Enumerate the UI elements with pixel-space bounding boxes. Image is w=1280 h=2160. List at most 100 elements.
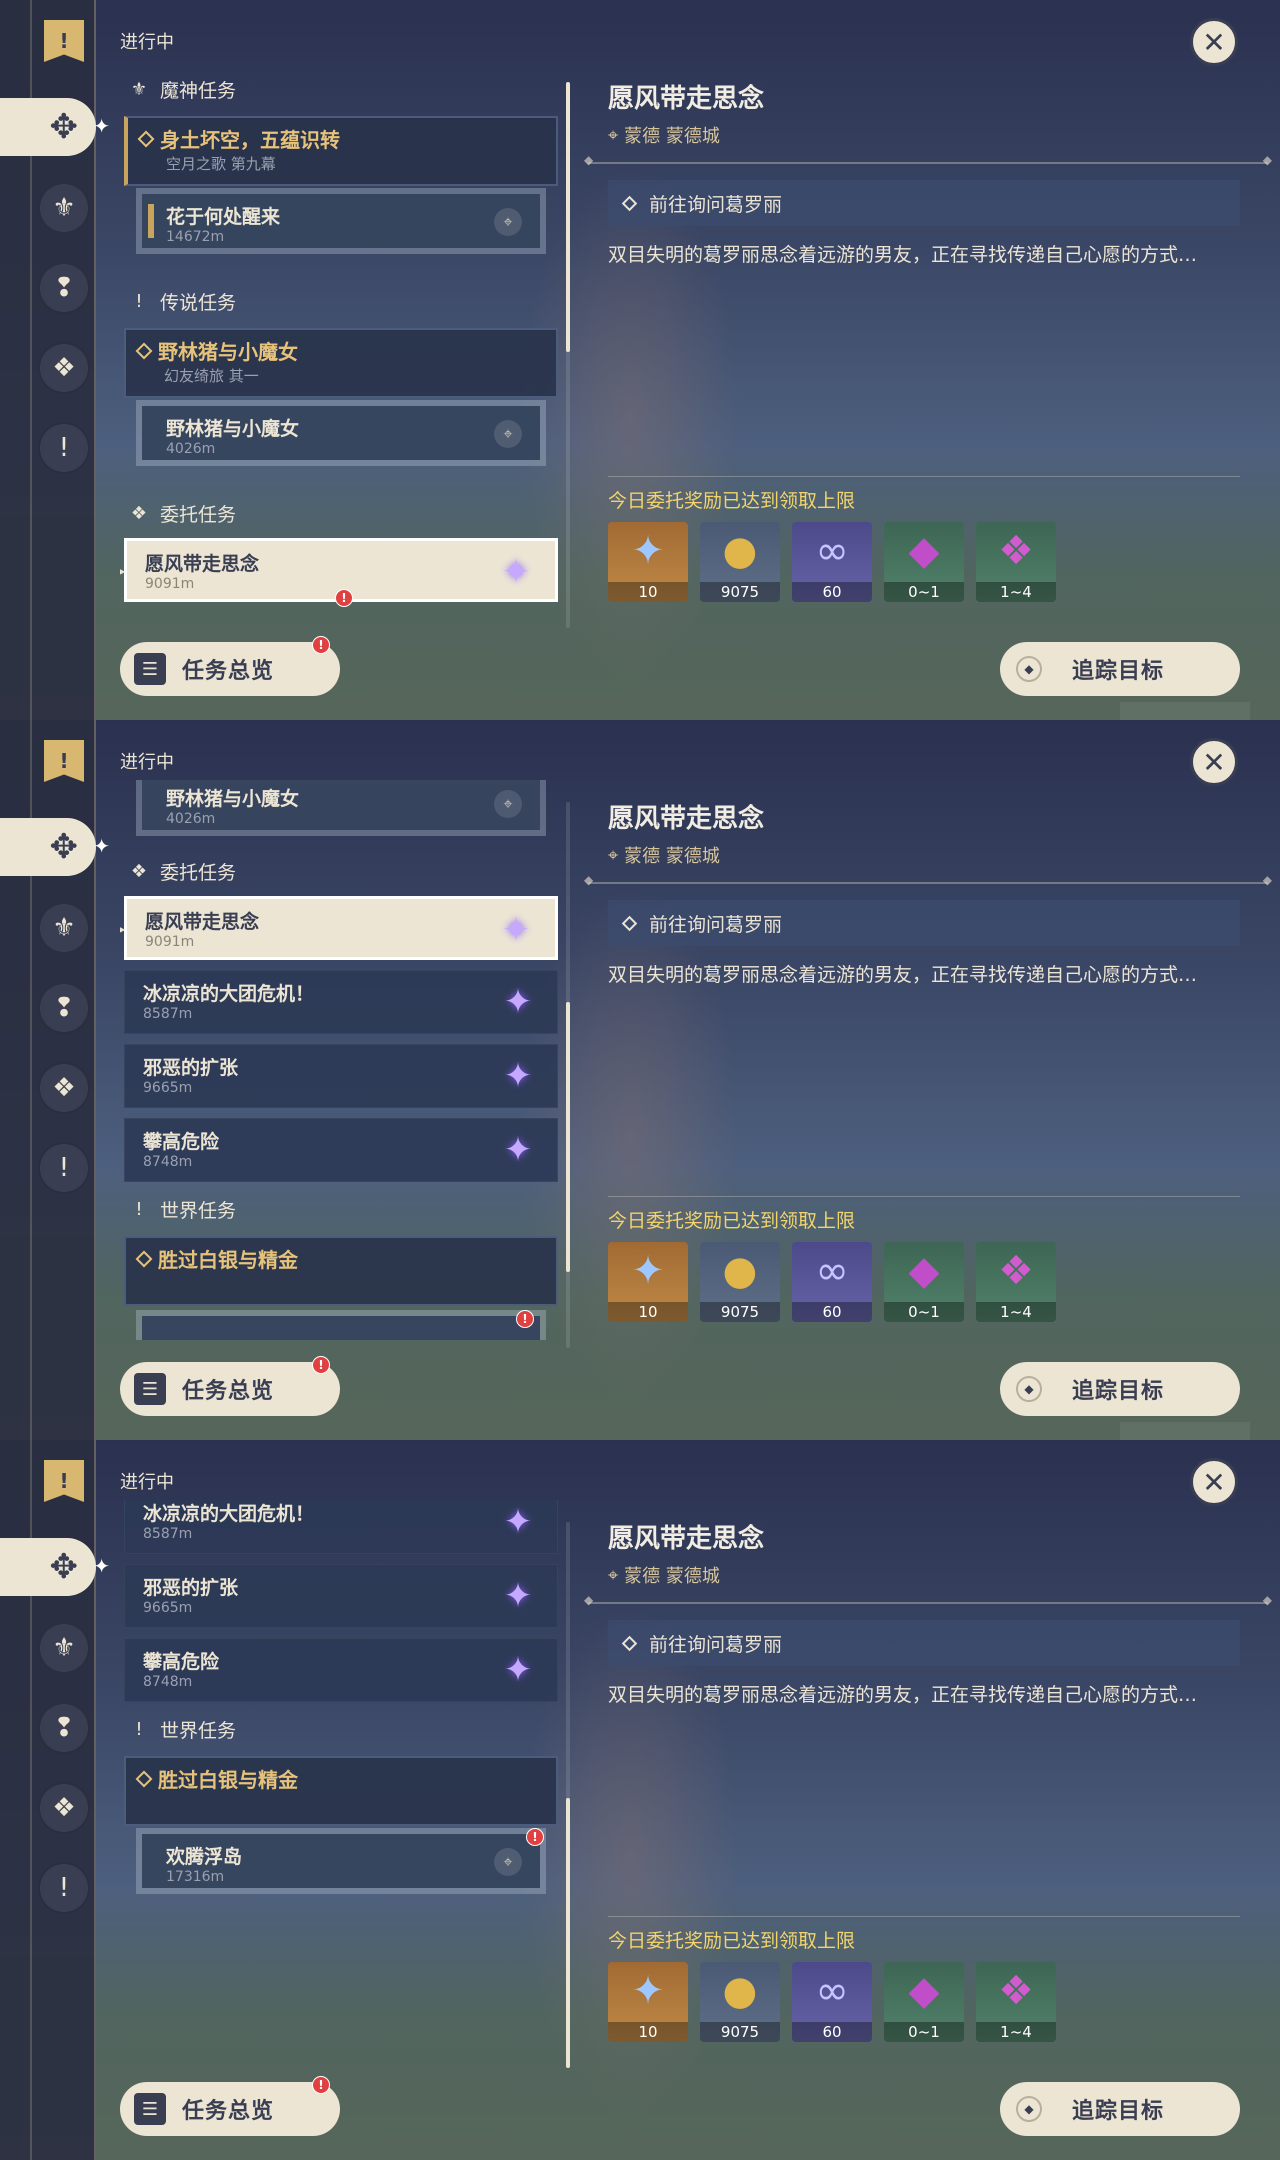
reward-crystal[interactable]: ◆ 0~1 bbox=[884, 1962, 964, 2042]
quest-subtitle: 幻友绮旅 其一 bbox=[164, 367, 259, 385]
scroll-thumb[interactable] bbox=[566, 1798, 570, 2068]
quest-overview-button[interactable]: ☰ 任务总览 ! bbox=[120, 1356, 340, 1416]
commission-quests-tab[interactable]: ❖ bbox=[38, 1062, 90, 1114]
track-label: 追踪目标 bbox=[1072, 1379, 1165, 1404]
detail-location: ⌖ 蒙德 蒙德城 bbox=[608, 1562, 720, 1588]
commission-item[interactable]: 攀高危险 8748m ✦ bbox=[124, 1638, 558, 1702]
location-pin-icon[interactable]: ⌖ bbox=[494, 208, 522, 236]
location-pin-icon[interactable]: ⌖ bbox=[494, 1848, 522, 1876]
commission-item-selected[interactable]: ▶ 愿风带走思念 9091m ✦ ! bbox=[120, 538, 558, 607]
close-button[interactable]: ✕ bbox=[1190, 738, 1238, 786]
all-quests-tab[interactable]: ✥ ✦ bbox=[0, 1538, 110, 1596]
archon-quests-tab[interactable]: ⚜ bbox=[38, 182, 90, 234]
scroll-thumb[interactable] bbox=[566, 1002, 570, 1272]
commission-item[interactable]: 攀高危险 8748m ✦ bbox=[124, 1118, 558, 1182]
story-quest-step[interactable]: 野林猪与小魔女 4026m ⌖ bbox=[136, 400, 546, 466]
all-quests-tab[interactable]: ✥ ✦ bbox=[0, 818, 110, 876]
world-quest-header[interactable]: 胜过白银与精金 bbox=[124, 1756, 558, 1826]
world-quests-tab[interactable]: ! bbox=[38, 1862, 90, 1914]
reward-count: 10 bbox=[608, 582, 688, 602]
track-target-button[interactable]: ◆ 追踪目标 bbox=[1000, 2082, 1240, 2136]
story-quests-tab[interactable]: ❢ bbox=[38, 982, 90, 1034]
reward-count: 1~4 bbox=[976, 2022, 1056, 2042]
reward-count: 1~4 bbox=[976, 582, 1056, 602]
detail-title: 愿风带走思念 bbox=[608, 804, 765, 834]
reward-primogem[interactable]: ✦ 10 bbox=[608, 522, 688, 602]
reward-crystal-cluster[interactable]: ❖ 1~4 bbox=[976, 522, 1056, 602]
scroll-thumb[interactable] bbox=[566, 82, 570, 352]
reward-primogem[interactable]: ✦ 10 bbox=[608, 1242, 688, 1322]
track-target-button[interactable]: ◆ 追踪目标 bbox=[1000, 642, 1240, 696]
story-quests-tab[interactable]: ❢ bbox=[38, 1702, 90, 1754]
category-rail: ! ✥ ✦ ⚜ ❢ ❖ ! bbox=[0, 1440, 110, 2160]
world-quests-tab[interactable]: ! bbox=[38, 422, 90, 474]
reward-primogem[interactable]: ✦ 10 bbox=[608, 1962, 688, 2042]
category-label: 委托任务 bbox=[160, 861, 237, 884]
archon-quest-header[interactable]: 身土坏空，五蕴识转 空月之歌 第九幕 bbox=[124, 116, 558, 186]
quest-list-scrollbar[interactable] bbox=[566, 1522, 570, 2068]
commission-item-selected[interactable]: ▶ 愿风带走思念 9091m ✦ bbox=[120, 896, 558, 960]
commission-item[interactable]: 冰凉凉的大团危机！ 8587m ✦ bbox=[124, 970, 558, 1034]
reward-mora[interactable]: ● 9075 bbox=[700, 1242, 780, 1322]
quest-list[interactable]: 野林猪与小魔女 4026m ⌖ ❖ 委托任务 ▶ 愿风带走思念 9091m ✦ 冰… bbox=[120, 780, 560, 1340]
commission-star-icon: ✦ bbox=[503, 1576, 533, 1616]
reward-mora[interactable]: ● 9075 bbox=[700, 522, 780, 602]
reward-friendship-exp[interactable]: ∞ 60 bbox=[792, 522, 872, 602]
commission-quest-icon: ❖ bbox=[52, 1073, 76, 1103]
story-quest-step[interactable]: 野林猪与小魔女 4026m ⌖ bbox=[136, 780, 546, 836]
track-target-button[interactable]: ◆ 追踪目标 bbox=[1000, 1362, 1240, 1416]
quest-list[interactable]: 冰凉凉的大团危机！ 8587m ✦ 邪恶的扩张 9665m ✦ 攀高危险 874… bbox=[120, 1500, 560, 2060]
quest-list[interactable]: ⚜ 魔神任务 身土坏空，五蕴识转 空月之歌 第九幕 花于何处醒来 14672m ⌖… bbox=[120, 60, 560, 620]
archon-quest-step[interactable]: 花于何处醒来 14672m ⌖ bbox=[136, 188, 546, 254]
quest-overview-button[interactable]: ☰ 任务总览 ! bbox=[120, 636, 340, 696]
world-quest-step[interactable]: ! bbox=[136, 1310, 546, 1340]
reward-count: 10 bbox=[608, 2022, 688, 2042]
divider bbox=[584, 1593, 1272, 1607]
reward-count: 9075 bbox=[700, 1302, 780, 1322]
world-category: ! 世界任务 bbox=[128, 1714, 236, 1744]
crystal-cluster-icon: ❖ bbox=[998, 1248, 1034, 1294]
commission-quests-tab[interactable]: ❖ bbox=[38, 1782, 90, 1834]
primogem-icon: ✦ bbox=[631, 528, 665, 574]
commission-item[interactable]: 邪恶的扩张 9665m ✦ bbox=[124, 1564, 558, 1628]
archon-quests-tab[interactable]: ⚜ bbox=[38, 902, 90, 954]
diamond-icon bbox=[137, 130, 155, 147]
close-button[interactable]: ✕ bbox=[1190, 1458, 1238, 1506]
world-quest-step[interactable]: 欢腾浮岛 17316m ⌖ ! bbox=[136, 1828, 546, 1894]
all-quests-tab[interactable]: ✥ ✦ bbox=[0, 98, 110, 156]
quest-panel-3: ! ✥ ✦ ⚜ ❢ ❖ ! 进行中 冰凉凉的大团危机！ 8587m ✦ 邪恶的扩张… bbox=[0, 1440, 1280, 2160]
reward-crystal[interactable]: ◆ 0~1 bbox=[884, 1242, 964, 1322]
quest-list-scrollbar[interactable] bbox=[566, 82, 570, 628]
story-quest-header[interactable]: 野林猪与小魔女 幻友绮旅 其一 bbox=[124, 328, 558, 398]
commission-item[interactable]: 邪恶的扩张 9665m ✦ bbox=[124, 1044, 558, 1108]
quest-flag-icon[interactable]: ! bbox=[44, 20, 84, 62]
reward-crystal[interactable]: ◆ 0~1 bbox=[884, 522, 964, 602]
world-quest-header[interactable]: 胜过白银与精金 bbox=[124, 1236, 558, 1306]
reward-crystal-cluster[interactable]: ❖ 1~4 bbox=[976, 1242, 1056, 1322]
quest-list-scrollbar[interactable] bbox=[566, 802, 570, 1348]
step-title: 野林猪与小魔女 bbox=[166, 788, 300, 810]
reward-friendship-exp[interactable]: ∞ 60 bbox=[792, 1962, 872, 2042]
overview-book-icon: ☰ bbox=[134, 653, 166, 685]
quest-flag-icon[interactable]: ! bbox=[44, 740, 84, 782]
reward-count: 9075 bbox=[700, 582, 780, 602]
quest-overview-button[interactable]: ☰ 任务总览 ! bbox=[120, 2076, 340, 2136]
close-button[interactable]: ✕ bbox=[1190, 18, 1238, 66]
location-pin-icon[interactable]: ⌖ bbox=[494, 790, 522, 818]
commission-quests-tab[interactable]: ❖ bbox=[38, 342, 90, 394]
world-quests-tab[interactable]: ! bbox=[38, 1142, 90, 1194]
quest-flag-icon[interactable]: ! bbox=[44, 1460, 84, 1502]
location-pin-icon[interactable]: ⌖ bbox=[494, 420, 522, 448]
world-quest-icon: ! bbox=[58, 1153, 70, 1183]
reward-mora[interactable]: ● 9075 bbox=[700, 1962, 780, 2042]
close-icon: ✕ bbox=[1202, 745, 1226, 779]
location-text: 蒙德 蒙德城 bbox=[624, 846, 720, 867]
all-quests-icon: ✥ bbox=[49, 1547, 79, 1587]
reward-friendship-exp[interactable]: ∞ 60 bbox=[792, 1242, 872, 1322]
divider bbox=[608, 1196, 1240, 1197]
archon-quests-tab[interactable]: ⚜ bbox=[38, 1622, 90, 1674]
commission-item[interactable]: 冰凉凉的大团危机！ 8587m ✦ bbox=[124, 1500, 558, 1554]
story-quests-tab[interactable]: ❢ bbox=[38, 262, 90, 314]
mora-icon: ● bbox=[722, 1248, 758, 1294]
reward-crystal-cluster[interactable]: ❖ 1~4 bbox=[976, 1962, 1056, 2042]
